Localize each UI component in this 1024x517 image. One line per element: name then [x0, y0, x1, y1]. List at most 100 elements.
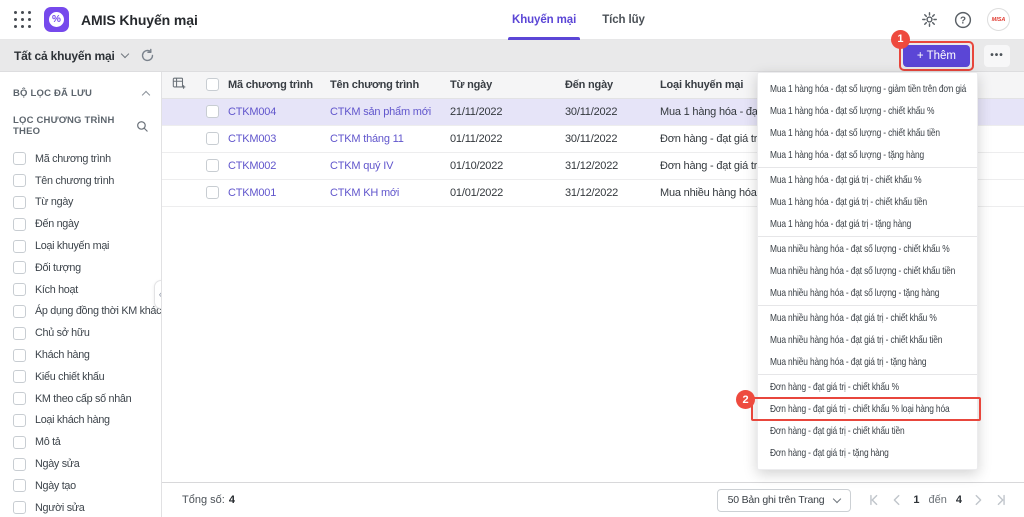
more-actions-button[interactable]: ••• — [984, 45, 1010, 67]
filter-item[interactable]: Kích hoạt — [0, 279, 161, 301]
program-name-link[interactable]: CTKM KH mới — [330, 187, 399, 199]
program-name-link[interactable]: CTKM quý IV — [330, 160, 393, 172]
filter-item[interactable]: Người sửa — [0, 497, 161, 517]
row-checkbox[interactable] — [206, 186, 219, 199]
filter-checkbox[interactable] — [13, 414, 26, 427]
column-header[interactable]: Đến ngày — [565, 72, 660, 98]
menu-item[interactable]: Đơn hàng - đạt giá trị - tặng hàng — [758, 442, 977, 464]
filter-item[interactable]: Ngày tạo — [0, 475, 161, 497]
program-name-link[interactable]: CTKM sản phẩm mới — [330, 106, 431, 118]
menu-item[interactable]: Mua nhiều hàng hóa - đạt số lượng - tặng… — [758, 282, 977, 304]
filter-checkbox[interactable] — [13, 479, 26, 492]
cell-code: CTKM004 — [228, 98, 330, 125]
filter-item[interactable]: Mô tả — [0, 431, 161, 453]
filter-checkbox[interactable] — [13, 501, 26, 514]
filter-item[interactable]: Chủ sở hữu — [0, 322, 161, 344]
filter-checkbox[interactable] — [13, 218, 26, 231]
refresh-icon[interactable] — [140, 48, 155, 63]
select-all-checkbox[interactable] — [206, 78, 219, 91]
filter-checkbox[interactable] — [13, 240, 26, 253]
program-name-link[interactable]: CTKM tháng 11 — [330, 133, 404, 145]
menu-item[interactable]: Đơn hàng - đạt giá trị - chiết khấu % lo… — [758, 398, 977, 420]
filter-item[interactable]: Đối tượng — [0, 257, 161, 279]
column-header[interactable]: Mã chương trình — [228, 72, 330, 98]
cell-code: CTKM001 — [228, 179, 330, 206]
main-tabs: Khuyến mại Tích lũy — [512, 0, 645, 40]
filter-checkbox[interactable] — [13, 283, 26, 296]
filter-checkbox[interactable] — [13, 174, 26, 187]
filter-label: Ngày sửa — [35, 458, 79, 470]
saved-filters-section[interactable]: BỘ LỌC ĐÃ LƯU — [0, 82, 161, 104]
column-header[interactable]: Tên chương trình — [330, 72, 450, 98]
add-column-icon[interactable] — [172, 76, 186, 90]
user-avatar[interactable]: MISA — [987, 8, 1010, 31]
filter-checkbox[interactable] — [13, 305, 26, 318]
filter-label: Từ ngày — [35, 196, 73, 208]
row-checkbox[interactable] — [206, 132, 219, 145]
menu-item[interactable]: Mua 1 hàng hóa - đạt số lượng - chiết kh… — [758, 100, 977, 122]
total-value: 4 — [229, 494, 235, 506]
menu-item[interactable]: Mua 1 hàng hóa - đạt giá trị - chiết khấ… — [758, 191, 977, 213]
filter-checkbox[interactable] — [13, 261, 26, 274]
program-code-link[interactable]: CTKM004 — [228, 106, 276, 118]
cell-name: CTKM sản phẩm mới — [330, 98, 450, 125]
menu-item[interactable]: Đơn hàng - đạt giá trị - chiết khấu tiền — [758, 420, 977, 442]
menu-item[interactable]: Mua 1 hàng hóa - đạt số lượng - chiết kh… — [758, 122, 977, 144]
menu-item[interactable]: Mua nhiều hàng hóa - đạt số lượng - chiế… — [758, 260, 977, 282]
help-icon[interactable]: ? — [953, 10, 973, 30]
first-page-icon[interactable] — [867, 493, 881, 507]
filter-item[interactable]: Khách hàng — [0, 344, 161, 366]
sidebar-collapse-handle[interactable]: ‹ — [154, 280, 162, 309]
cell-from-date: 01/01/2022 — [450, 179, 565, 206]
filter-item[interactable]: Từ ngày — [0, 192, 161, 214]
filter-checkbox[interactable] — [13, 458, 26, 471]
program-code-link[interactable]: CTKM002 — [228, 160, 276, 172]
last-page-icon[interactable] — [994, 493, 1008, 507]
filter-checkbox[interactable] — [13, 327, 26, 340]
filter-checkbox[interactable] — [13, 370, 26, 383]
filter-checkbox[interactable] — [13, 392, 26, 405]
menu-item[interactable]: Mua 1 hàng hóa - đạt giá trị - chiết khấ… — [758, 169, 977, 191]
search-icon[interactable] — [136, 120, 149, 133]
menu-item[interactable]: Mua nhiều hàng hóa - đạt giá trị - tặng … — [758, 351, 977, 373]
row-checkbox[interactable] — [206, 159, 219, 172]
filter-label: Chủ sở hữu — [35, 327, 90, 339]
page-size-select[interactable]: 50 Bản ghi trên Trang — [717, 489, 852, 512]
menu-item-label: Mua nhiều hàng hóa - đạt số lượng - chiế… — [770, 265, 955, 277]
tab-1[interactable]: Tích lũy — [602, 0, 645, 40]
menu-item[interactable]: Mua nhiều hàng hóa - đạt giá trị - chiết… — [758, 307, 977, 329]
filter-checkbox[interactable] — [13, 196, 26, 209]
menu-item[interactable]: Mua nhiều hàng hóa - đạt giá trị - chiết… — [758, 329, 977, 351]
row-checkbox-cell — [196, 125, 228, 152]
filter-item[interactable]: Đến ngày — [0, 213, 161, 235]
filter-item[interactable]: Tên chương trình — [0, 170, 161, 192]
prev-page-icon[interactable] — [890, 493, 904, 507]
settings-gear-icon[interactable] — [919, 10, 939, 30]
row-checkbox[interactable] — [206, 105, 219, 118]
view-selector[interactable]: Tất cả khuyến mại — [14, 49, 128, 63]
filter-checkbox[interactable] — [13, 152, 26, 165]
filter-item[interactable]: Kiểu chiết khấu — [0, 366, 161, 388]
tab-0[interactable]: Khuyến mại — [512, 0, 576, 40]
add-button[interactable]: + Thêm — [903, 45, 970, 67]
filter-item[interactable]: Loại khách hàng — [0, 410, 161, 432]
menu-item[interactable]: Mua 1 hàng hóa - đạt giá trị - tặng hàng — [758, 213, 977, 235]
program-code-link[interactable]: CTKM001 — [228, 187, 276, 199]
filter-item[interactable]: Mã chương trình — [0, 148, 161, 170]
app-launcher-icon[interactable] — [14, 11, 32, 29]
program-code-link[interactable]: CTKM003 — [228, 133, 276, 145]
column-header[interactable]: Từ ngày — [450, 72, 565, 98]
filter-item[interactable]: Ngày sửa — [0, 453, 161, 475]
cell-to-date: 31/12/2022 — [565, 152, 660, 179]
menu-item[interactable]: Mua 1 hàng hóa - đạt số lượng - giảm tiề… — [758, 78, 977, 100]
filter-item[interactable]: KM theo cấp số nhân — [0, 388, 161, 410]
filter-checkbox[interactable] — [13, 436, 26, 449]
menu-item[interactable]: Mua 1 hàng hóa - đạt số lượng - tặng hàn… — [758, 144, 977, 166]
filter-item[interactable]: Loại khuyến mại — [0, 235, 161, 257]
filter-checkbox[interactable] — [13, 349, 26, 362]
menu-item[interactable]: Mua nhiều hàng hóa - đạt số lượng - chiế… — [758, 238, 977, 260]
next-page-icon[interactable] — [971, 493, 985, 507]
menu-item[interactable]: Đơn hàng - đạt giá trị - chiết khấu % — [758, 376, 977, 398]
menu-divider — [758, 236, 977, 237]
filter-item[interactable]: Áp dụng đồng thời KM khác — [0, 301, 161, 323]
